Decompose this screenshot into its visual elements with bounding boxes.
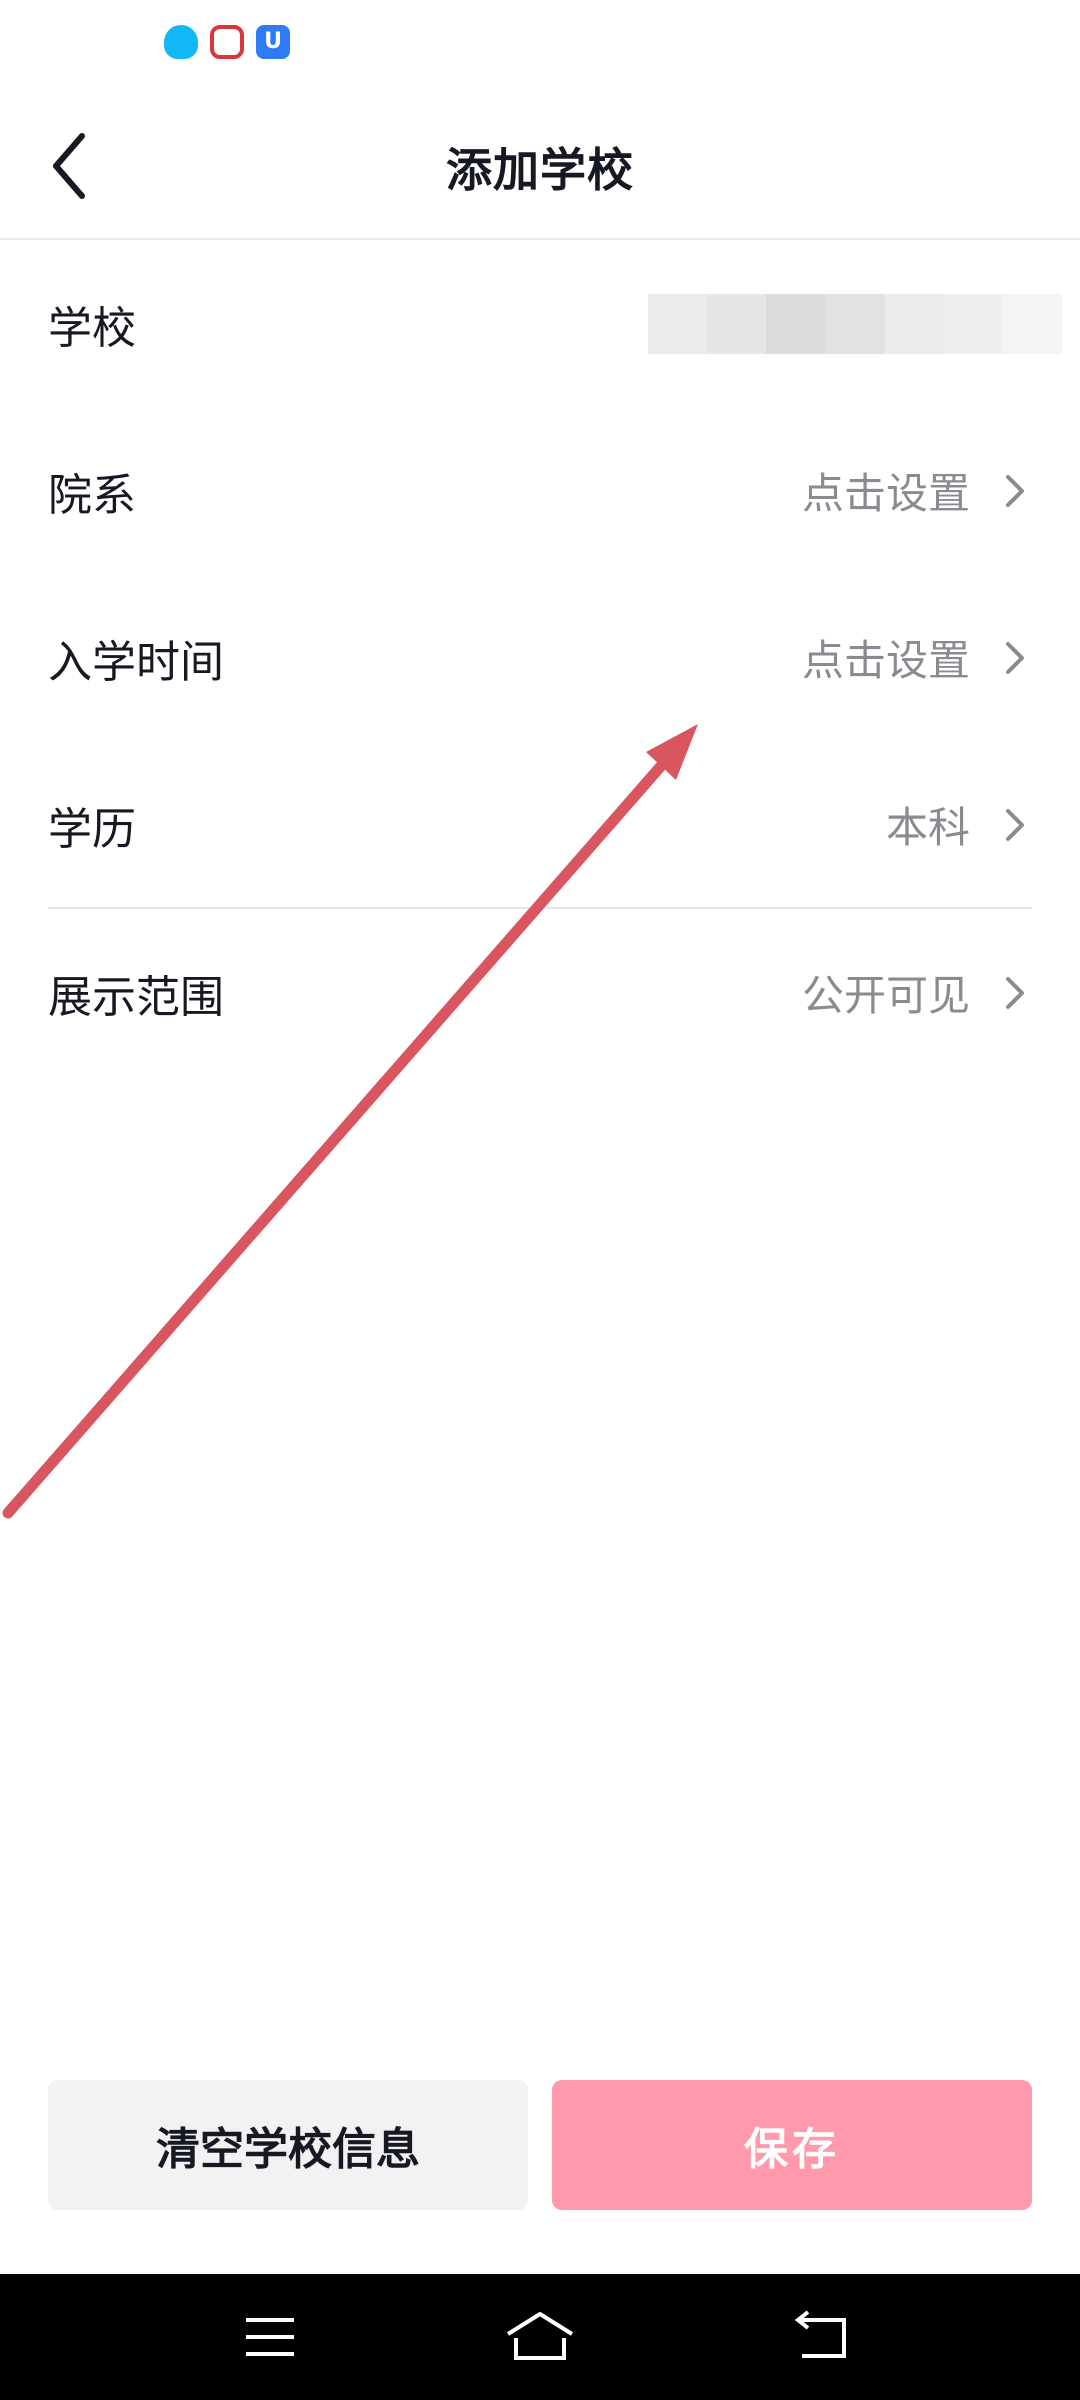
visibility-value: 公开可见 [801,971,970,1020]
ucloud-icon: U [256,25,290,59]
baidu-icon [210,25,244,59]
row-degree[interactable]: 学历 本科 [0,741,1080,908]
row-enrollment-time[interactable]: 入学时间 点击设置 [0,574,1080,741]
menu-icon [246,2318,294,2356]
home-button[interactable] [500,2302,580,2372]
chevron-right-icon [1006,474,1024,507]
system-nav-bar [0,2274,1080,2400]
degree-value: 本科 [885,803,970,852]
header: 添加学校 [0,90,1080,240]
menu-button[interactable] [230,2302,310,2372]
degree-label: 学历 [48,803,136,855]
clear-school-info-button[interactable]: 清空学校信息 [48,2080,528,2210]
return-icon [794,2310,846,2358]
home-icon [506,2312,574,2360]
back-nav-button[interactable] [780,2302,860,2372]
row-department[interactable]: 院系 点击设置 [0,407,1080,574]
save-button[interactable]: 保存 [552,2080,1032,2210]
row-visibility[interactable]: 展示范围 公开可见 [0,909,1080,1076]
visibility-label: 展示范围 [48,971,224,1023]
page-title: 添加学校 [446,143,634,197]
qq-icon [164,25,198,59]
enrollment-time-label: 入学时间 [48,636,224,688]
chevron-right-icon [1006,976,1024,1009]
status-bar: U [0,0,1080,90]
school-name-value [648,293,1062,354]
chevron-right-icon [1006,641,1024,674]
row-school[interactable]: 学校 [0,240,1080,407]
school-label: 学校 [48,302,136,354]
department-value: 点击设置 [801,469,970,518]
chevron-right-icon [1006,808,1024,841]
department-label: 院系 [48,469,136,521]
enrollment-time-value: 点击设置 [801,636,970,685]
status-icons: U [164,22,290,62]
